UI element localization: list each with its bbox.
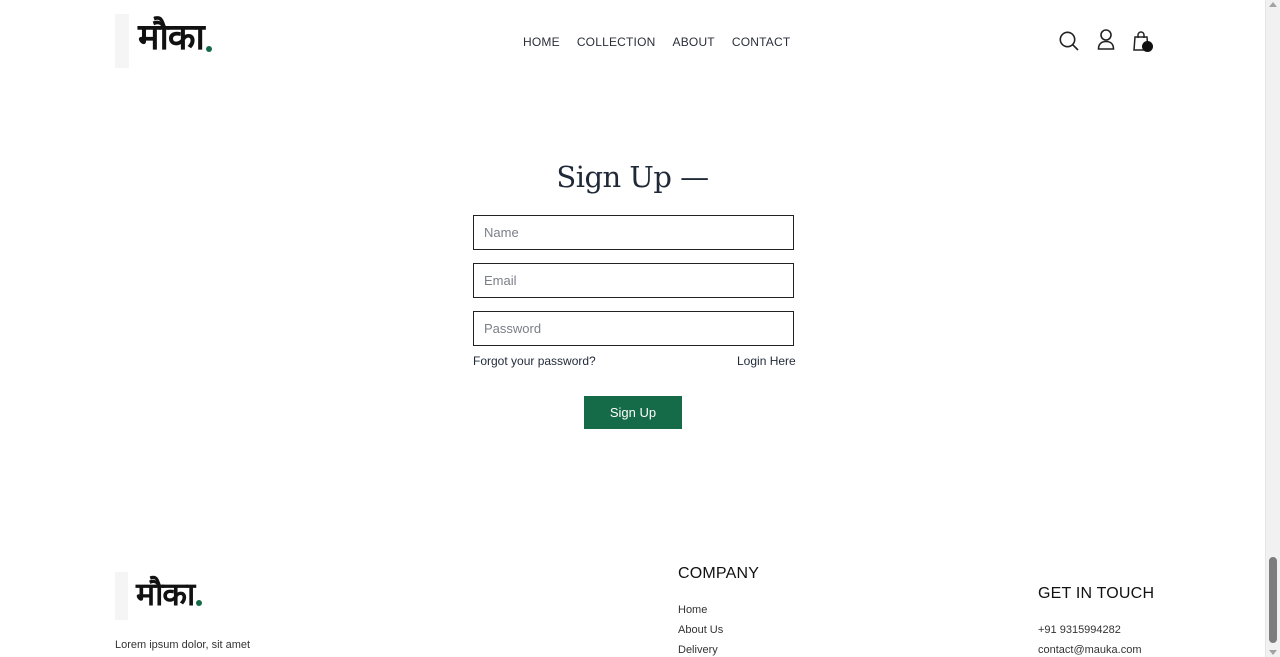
user-icon[interactable] — [1096, 28, 1116, 57]
signup-button[interactable]: Sign Up — [584, 396, 682, 429]
login-link[interactable]: Login Here — [737, 354, 796, 368]
nav-collection[interactable]: COLLECTION — [577, 35, 656, 49]
logo-backdrop — [115, 14, 129, 68]
search-icon[interactable] — [1058, 30, 1080, 57]
cart-count-badge — [1142, 41, 1153, 52]
scroll-down-arrow-icon[interactable] — [1269, 650, 1277, 655]
page-title: Sign Up — — [556, 160, 709, 194]
footer-link-home[interactable]: Home — [678, 604, 707, 616]
page-scrollbar[interactable] — [1265, 0, 1280, 657]
footer-logo-backdrop — [115, 572, 128, 620]
footer-tagline: Lorem ipsum dolor, sit amet — [115, 639, 251, 651]
contact-email[interactable]: contact@mauka.com — [1038, 644, 1142, 656]
nav-about[interactable]: ABOUT — [673, 35, 715, 49]
header-logo[interactable]: मौका — [138, 14, 212, 60]
company-heading: COMPANY — [678, 565, 760, 582]
logo-text: मौका — [138, 17, 205, 58]
main-nav: HOME COLLECTION ABOUT CONTACT — [523, 35, 790, 49]
nav-home[interactable]: HOME — [523, 35, 560, 49]
scrollbar-thumb[interactable] — [1269, 557, 1277, 643]
scroll-up-arrow-icon[interactable] — [1269, 2, 1277, 7]
footer-logo: मौका — [136, 572, 203, 614]
password-field[interactable] — [473, 311, 794, 346]
footer-logo-text: मौका — [136, 575, 195, 613]
nav-contact[interactable]: CONTACT — [732, 35, 791, 49]
forgot-password-link[interactable]: Forgot your password? — [473, 354, 596, 368]
footer-link-about[interactable]: About Us — [678, 624, 723, 636]
logo-dot — [205, 46, 212, 52]
footer-logo-dot — [196, 600, 203, 606]
footer-link-delivery[interactable]: Delivery — [678, 644, 718, 656]
contact-heading: GET IN TOUCH — [1038, 585, 1155, 602]
name-field[interactable] — [473, 215, 794, 250]
shopping-bag-icon[interactable] — [1132, 30, 1153, 57]
contact-phone: +91 9315994282 — [1038, 624, 1121, 636]
email-field[interactable] — [473, 263, 794, 298]
